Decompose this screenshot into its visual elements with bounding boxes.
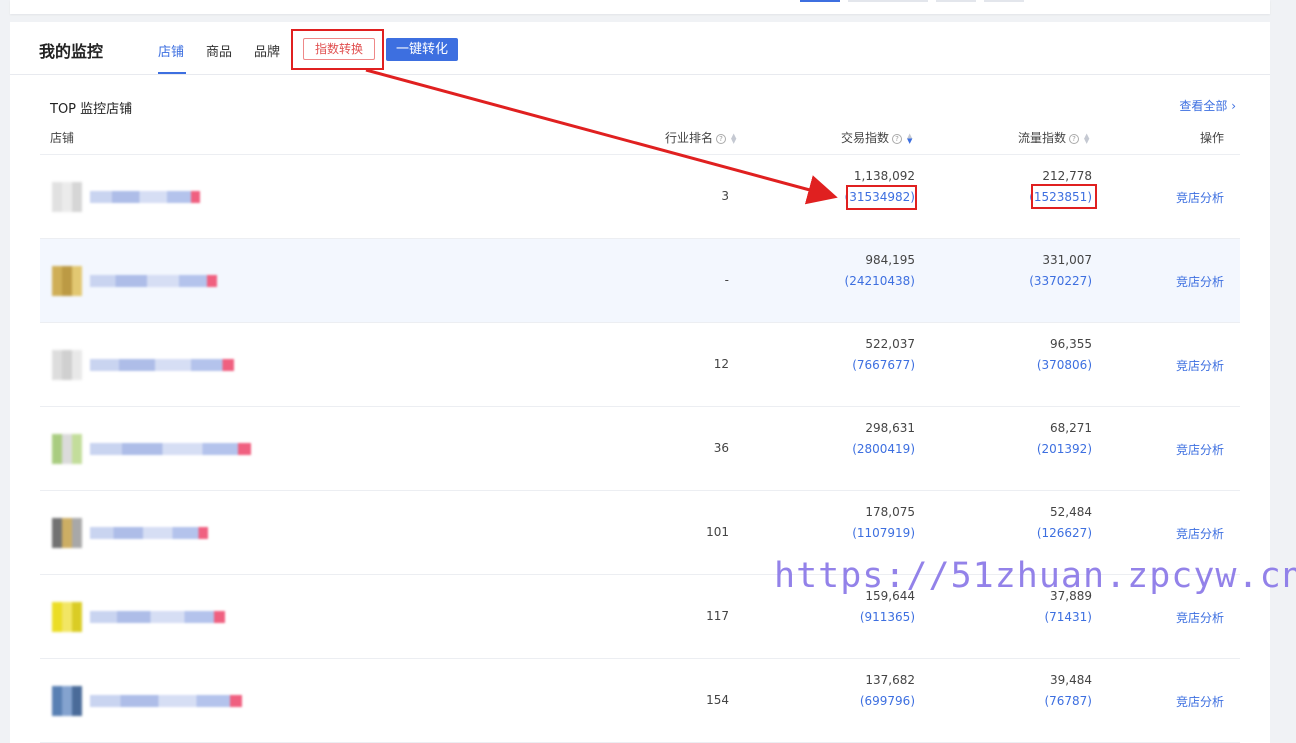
trade-index-converted: (2800419)	[852, 442, 915, 456]
industry-rank: 117	[706, 609, 729, 623]
trade-index: 178,075	[865, 505, 915, 519]
tab-products[interactable]: 商品	[206, 41, 232, 60]
shop-name-blurred	[90, 191, 200, 203]
monitor-panel: 我的监控 店铺 商品 品牌 指数转换 一键转化 TOP 监控店铺 查看全部 › …	[10, 22, 1270, 743]
panel-title: 我的监控	[39, 42, 104, 61]
pagination-item[interactable]	[888, 0, 928, 2]
help-circle-icon[interactable]: ?	[1069, 133, 1080, 144]
pagination-item[interactable]	[936, 0, 976, 2]
shop-name-blurred	[90, 695, 242, 707]
column-header-shop: 店铺	[50, 129, 74, 146]
trade-index-converted: (24210438)	[844, 274, 915, 288]
shop-name-blurred	[90, 443, 251, 455]
trade-index-converted: (699796)	[859, 694, 915, 708]
traffic-index-converted: (370806)	[1036, 358, 1092, 372]
view-all-link[interactable]: 查看全部 ›	[1179, 97, 1236, 114]
top-strip	[10, 0, 1270, 14]
pagination-item[interactable]	[984, 0, 1024, 2]
pagination-item[interactable]	[800, 0, 840, 2]
active-tab-indicator	[158, 72, 186, 74]
trade-index: 298,631	[865, 421, 915, 435]
shop-name-blurred	[90, 359, 234, 371]
shop-logo	[52, 266, 82, 296]
help-circle-icon[interactable]: ?	[716, 133, 727, 144]
shop-logo	[52, 686, 82, 716]
traffic-index-converted: (76787)	[1044, 694, 1092, 708]
shop-name-blurred	[90, 275, 217, 287]
traffic-index-converted: (126627)	[1036, 526, 1092, 540]
traffic-index: 39,484	[1050, 673, 1092, 687]
industry-rank: -	[724, 273, 729, 287]
shop-logo	[52, 182, 82, 212]
panel-header: 我的监控 店铺 商品 品牌 指数转换 一键转化	[10, 22, 1270, 75]
table-row[interactable]: - 984,195 (24210438) 331,007 (3370227) 竞…	[40, 239, 1240, 323]
traffic-index: 212,778	[1042, 169, 1092, 183]
competitor-analysis-link[interactable]: 竞店分析	[1176, 693, 1224, 710]
traffic-index-converted: (201392)	[1036, 442, 1092, 456]
trade-index-converted: (1107919)	[852, 526, 915, 540]
watermark: https://51zhuan.zpcyw.cn/	[774, 556, 1296, 596]
sort-caret-icon[interactable]: ▲ ▼	[1084, 132, 1089, 144]
shop-logo	[52, 350, 82, 380]
shop-logo	[52, 602, 82, 632]
industry-rank: 154	[706, 693, 729, 707]
one-click-convert-button[interactable]: 一键转化	[386, 38, 458, 61]
column-header-label: 店铺	[50, 131, 75, 145]
shop-name-blurred	[90, 527, 208, 539]
traffic-index: 68,271	[1050, 421, 1092, 435]
industry-rank: 3	[721, 189, 729, 203]
column-header-action: 操作	[1200, 129, 1224, 146]
column-header-label: 行业排名	[665, 131, 714, 145]
highlight-box	[291, 29, 384, 70]
column-header-label: 交易指数	[841, 131, 890, 145]
table-row[interactable]: 154 137,682 (699796) 39,484 (76787) 竞店分析	[40, 659, 1240, 743]
trade-index-converted: (7667677)	[852, 358, 915, 372]
traffic-index: 96,355	[1050, 337, 1092, 351]
traffic-index-converted: (3370227)	[1029, 274, 1092, 288]
table-row[interactable]: 36 298,631 (2800419) 68,271 (201392) 竞店分…	[40, 407, 1240, 491]
column-header-traffic[interactable]: 流量指数? ▲ ▼	[1018, 129, 1089, 146]
column-header-trade[interactable]: 交易指数? ▲ ▼	[841, 129, 912, 146]
column-header-label: 操作	[1200, 131, 1225, 145]
competitor-analysis-link[interactable]: 竞店分析	[1176, 273, 1224, 290]
traffic-index: 331,007	[1042, 253, 1092, 267]
competitor-analysis-link[interactable]: 竞店分析	[1176, 357, 1224, 374]
trade-index: 1,138,092	[853, 169, 915, 183]
sort-caret-icon[interactable]: ▲ ▼	[731, 132, 736, 144]
industry-rank: 12	[713, 357, 729, 371]
competitor-analysis-link[interactable]: 竞店分析	[1176, 609, 1224, 626]
column-header-rank[interactable]: 行业排名? ▲ ▼	[665, 129, 736, 146]
trade-index: 522,037	[865, 337, 915, 351]
trade-index: 137,682	[865, 673, 915, 687]
traffic-index: 52,484	[1050, 505, 1092, 519]
shop-name-blurred	[90, 611, 225, 623]
competitor-analysis-link[interactable]: 竞店分析	[1176, 189, 1224, 206]
shop-logo	[52, 518, 82, 548]
competitor-analysis-link[interactable]: 竞店分析	[1176, 525, 1224, 542]
pagination-item[interactable]	[848, 0, 888, 2]
table-row[interactable]: 12 522,037 (7667677) 96,355 (370806) 竞店分…	[40, 323, 1240, 407]
industry-rank: 36	[713, 441, 729, 455]
highlight-box	[1031, 184, 1097, 209]
industry-rank: 101	[706, 525, 729, 539]
tab-brands[interactable]: 品牌	[254, 41, 280, 60]
tab-shops[interactable]: 店铺	[158, 41, 184, 60]
competitor-analysis-link[interactable]: 竞店分析	[1176, 441, 1224, 458]
help-circle-icon[interactable]: ?	[892, 133, 903, 144]
trade-index: 984,195	[865, 253, 915, 267]
traffic-index-converted: (71431)	[1044, 610, 1092, 624]
section-title: TOP 监控店铺	[50, 102, 133, 117]
trade-index-converted: (911365)	[859, 610, 915, 624]
column-header-label: 流量指数	[1018, 131, 1067, 145]
shop-logo	[52, 434, 82, 464]
highlight-box	[846, 185, 917, 210]
sort-caret-icon[interactable]: ▲ ▼	[907, 132, 912, 144]
